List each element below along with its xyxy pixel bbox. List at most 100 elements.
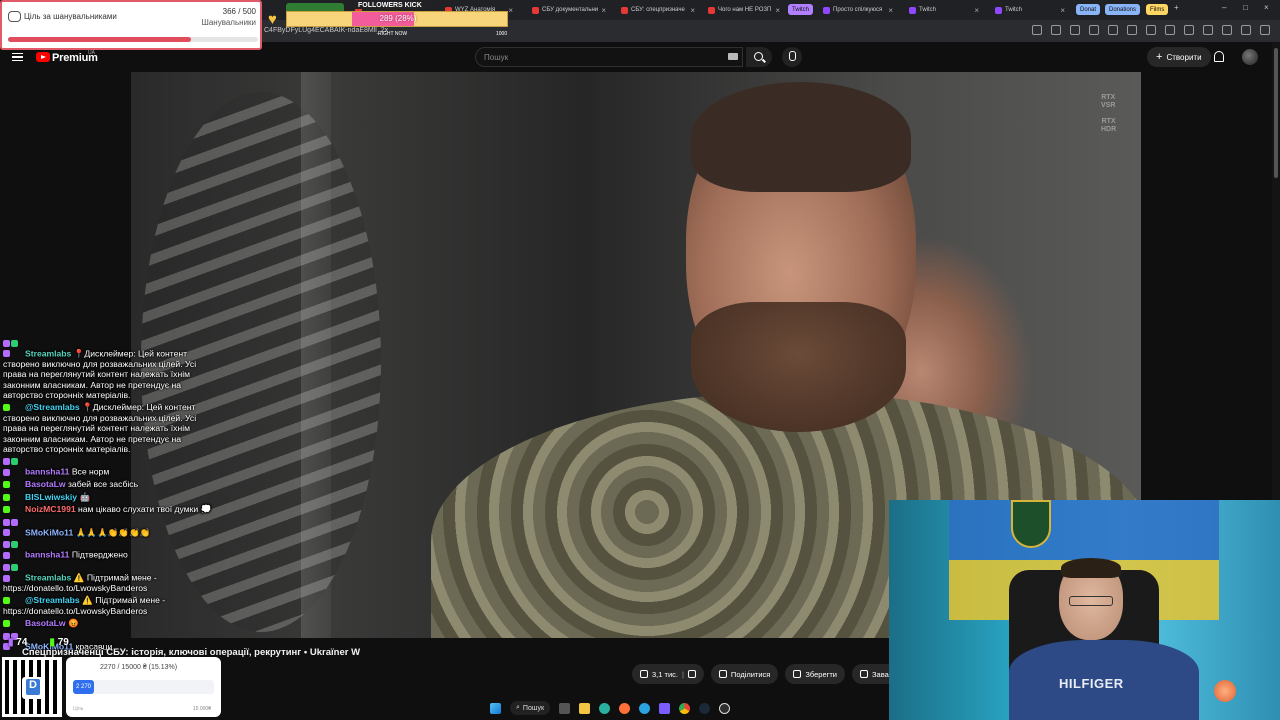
telegram-icon[interactable] <box>639 702 651 714</box>
bookmark-icon <box>793 670 802 678</box>
taskbar-search[interactable]: ⌕ Пошук <box>510 701 551 715</box>
chat-text: 😡 <box>67 618 79 629</box>
extension-icon[interactable] <box>1222 25 1232 35</box>
lamp <box>1214 680 1236 702</box>
donation-amount: 2270 / 15000 ₴ (15.13%) <box>100 664 178 671</box>
tab-label: Чого нам НЕ РОЗП <box>718 7 772 13</box>
profile-icon[interactable] <box>1260 25 1270 35</box>
chat-badges <box>3 539 25 560</box>
browser-tab[interactable]: СБУ документальни × <box>527 3 611 17</box>
chat-badges <box>3 402 25 412</box>
close-tab-icon[interactable]: × <box>974 6 979 15</box>
file-explorer-icon[interactable] <box>579 702 591 714</box>
chrome-icon[interactable] <box>679 702 691 714</box>
share-button[interactable]: Поділитися <box>710 664 779 684</box>
followers-kick-widget: 289 (28%) ♥ FOLLOWERS KICK RIGHT NOW 100… <box>264 2 510 37</box>
extension-icon[interactable] <box>1127 25 1137 35</box>
tab-group-donations[interactable]: Donations <box>1105 4 1141 15</box>
close-tab-icon[interactable]: × <box>775 6 780 15</box>
close-tab-icon[interactable]: × <box>601 6 606 15</box>
chat-text: Все норм <box>71 466 110 477</box>
extension-icon[interactable] <box>1108 25 1118 35</box>
scrollbar-thumb[interactable] <box>1274 48 1278 178</box>
browser-tab[interactable]: СБУ: спецпризначе × <box>616 3 700 17</box>
chat-badges <box>3 479 25 489</box>
video-actions: 3,1 тис. | Поділитися Зберегти Завант <box>632 664 905 684</box>
edge-icon[interactable] <box>599 702 611 714</box>
hamburger-menu-icon[interactable] <box>12 53 23 61</box>
create-label: Створити <box>1166 52 1202 62</box>
minimize-icon[interactable]: – <box>1222 3 1226 12</box>
thumbs-down-icon[interactable] <box>687 670 696 678</box>
download-icon <box>860 670 868 678</box>
chat-badge-icon <box>3 597 10 605</box>
search-input[interactable]: Пошук <box>475 47 743 67</box>
browser-tab[interactable]: Twitch × <box>990 3 1070 17</box>
tab-group-twitch[interactable]: Twitch <box>788 4 814 15</box>
search-icon: ⌕ <box>516 704 520 711</box>
tab-label: СБУ: спецпризначе <box>631 7 685 13</box>
extension-icon[interactable] <box>1241 25 1251 35</box>
tab-label: Twitch <box>1005 7 1023 13</box>
close-tab-icon[interactable]: × <box>1060 6 1065 15</box>
hearts-icon <box>8 11 21 22</box>
task-view-icon[interactable] <box>559 702 571 714</box>
followers-kick-max: 1000 <box>496 31 508 37</box>
goal-subtitle: Шанувальники <box>201 18 257 27</box>
star-icon[interactable] <box>1070 25 1080 35</box>
donation-progress-track: 2 270 <box>73 680 214 694</box>
speaker-hair <box>691 82 911 192</box>
extension-icon[interactable] <box>1146 25 1156 35</box>
tab-group-donat[interactable]: Donat <box>1076 4 1101 15</box>
extension-icon[interactable] <box>1165 25 1175 35</box>
thumbs-up-icon <box>640 670 648 678</box>
new-tab-icon[interactable]: + <box>1174 3 1179 12</box>
obs-icon[interactable] <box>719 702 731 714</box>
extension-icon[interactable] <box>1089 25 1099 35</box>
tab-label: Twitch <box>919 7 937 13</box>
chat-badge-icon <box>11 541 18 549</box>
maximize-icon[interactable]: □ <box>1243 3 1248 12</box>
save-button[interactable]: Зберегти <box>785 664 845 684</box>
notifications-bell-icon[interactable] <box>1214 51 1224 62</box>
youtube-favicon-icon <box>708 6 715 14</box>
close-tab-icon[interactable]: × <box>888 6 893 15</box>
avatar[interactable] <box>1242 49 1258 65</box>
browser-tab[interactable]: Twitch × <box>904 3 984 17</box>
chat-badges <box>3 562 25 583</box>
extension-icon[interactable] <box>1203 25 1213 35</box>
like-button[interactable]: 3,1 тис. | <box>632 664 704 684</box>
chat-badges <box>3 618 25 628</box>
extension-icon[interactable] <box>1184 25 1194 35</box>
eye-off-icon[interactable] <box>1051 25 1061 35</box>
followers-kick-bar: 289 (28%) <box>286 11 508 27</box>
browser-tab[interactable]: Просто спілкуюся × <box>818 3 898 17</box>
keyboard-icon[interactable] <box>728 53 738 60</box>
glasses-icon <box>1069 596 1113 606</box>
donatello-logo-icon <box>22 677 44 699</box>
windows-start-icon[interactable] <box>490 702 501 714</box>
tab-group-films[interactable]: Films <box>1146 4 1169 15</box>
cast-icon[interactable] <box>1032 25 1042 35</box>
share-icon <box>718 670 727 678</box>
youtube-logo-icon[interactable] <box>36 52 50 62</box>
youtube-favicon-icon <box>621 6 628 14</box>
app-icon[interactable] <box>659 702 671 714</box>
steam-icon[interactable] <box>699 702 711 714</box>
voice-search-button[interactable] <box>782 47 802 67</box>
chat-badge-icon <box>11 518 18 526</box>
browser-tab[interactable]: Чого нам НЕ РОЗП × <box>703 3 785 17</box>
background-emblem <box>301 72 331 638</box>
chat-badge-icon <box>3 551 10 559</box>
search-button[interactable] <box>746 47 772 67</box>
chat-badges <box>3 456 25 477</box>
close-window-icon[interactable]: × <box>1264 3 1269 12</box>
close-tab-icon[interactable]: × <box>690 6 695 15</box>
goal-progress-track <box>8 37 258 42</box>
followers-goal-widget: Ціль за шанувальниками 366 / 500 Шанувал… <box>0 0 262 50</box>
chat-message: BasotaLw забей все засбісь <box>3 479 217 489</box>
firefox-icon[interactable] <box>619 702 631 714</box>
chat-badge-icon <box>3 350 10 358</box>
chat-message: NoizMC1991 нам цікаво слухати твої думки… <box>3 504 217 514</box>
create-button[interactable]: + Створити <box>1147 47 1211 67</box>
